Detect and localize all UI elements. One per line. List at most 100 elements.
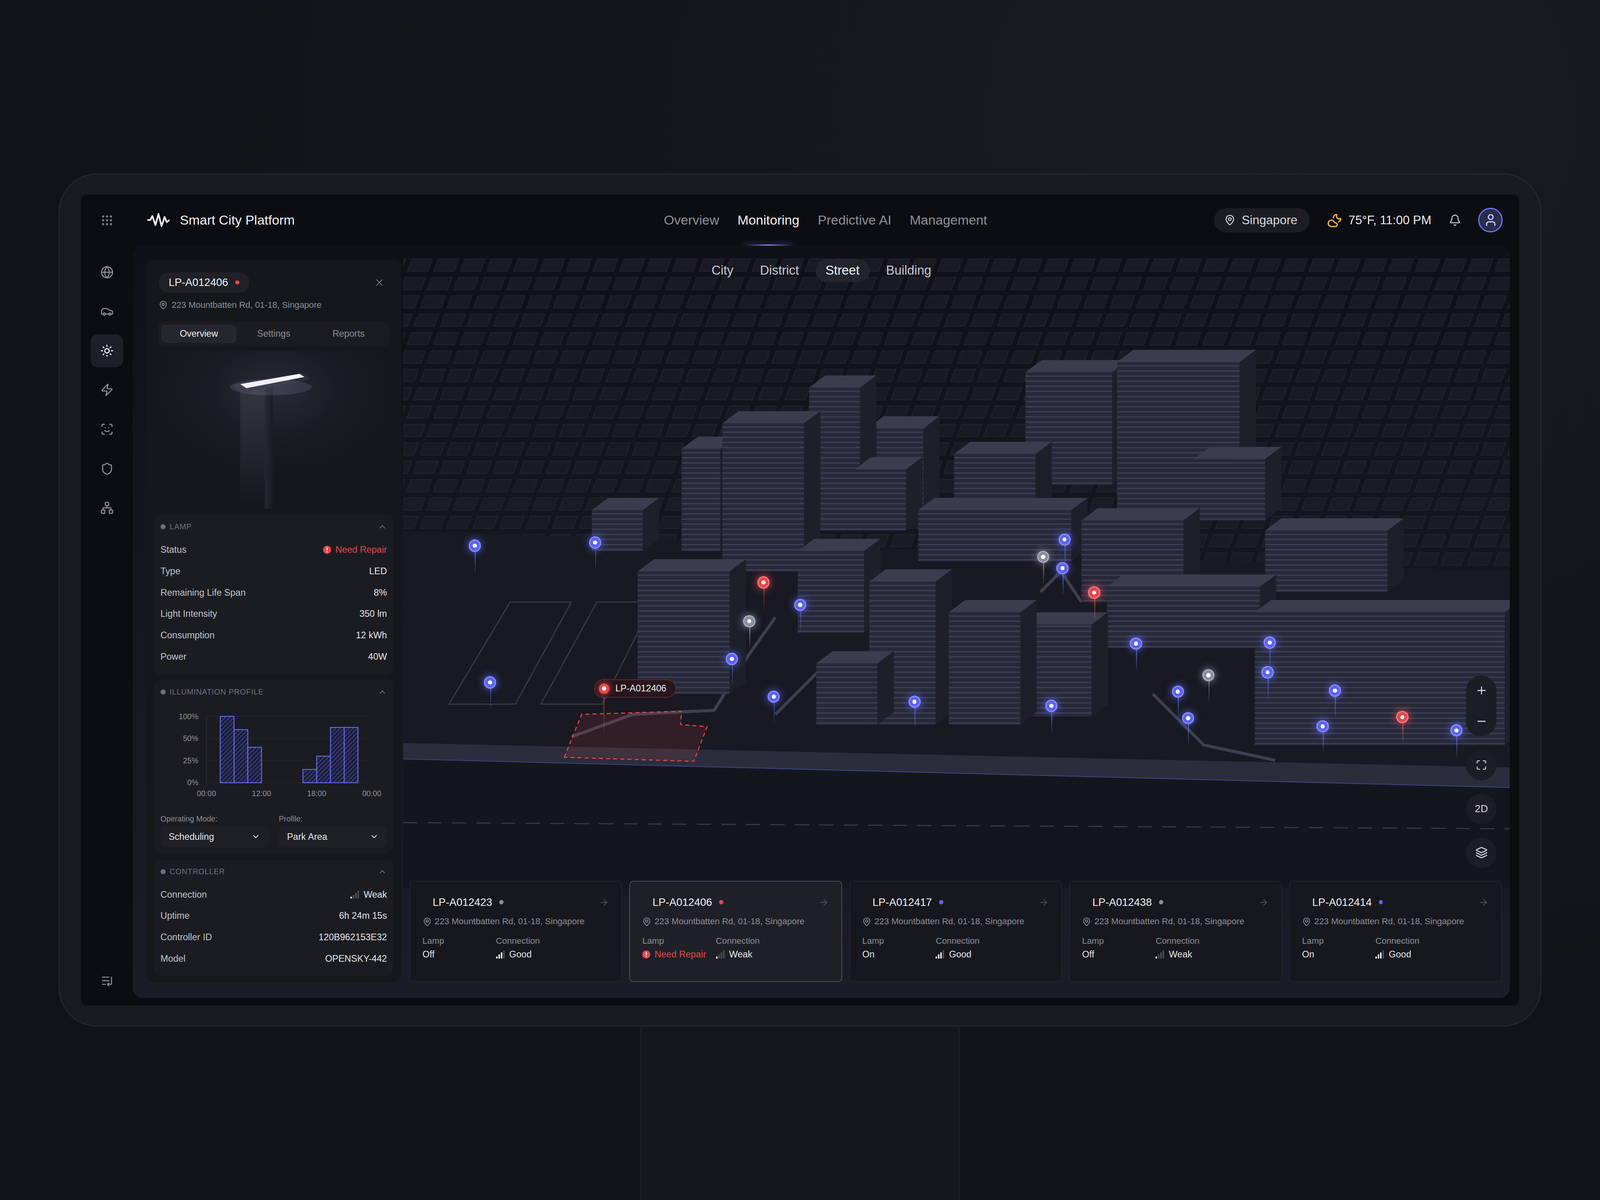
open-button[interactable]: [818, 897, 829, 908]
profile-field: Operating Mode:Scheduling: [160, 814, 269, 848]
x-tick: 00:00: [196, 789, 217, 798]
status-dot: [1158, 900, 1163, 904]
nav-item[interactable]: Overview: [663, 194, 719, 246]
close-button[interactable]: [373, 276, 386, 289]
pin-icon: [862, 917, 872, 927]
pin-head: [1129, 637, 1142, 650]
layers-button[interactable]: [1466, 837, 1497, 868]
info-row: Controller ID120B962153E32: [160, 926, 388, 949]
page: Smart City Platform Overview Monitoring Pre…: [0, 0, 1600, 1200]
zoom-in-button[interactable]: [1466, 675, 1497, 706]
collapse-icon: [100, 974, 113, 987]
select[interactable]: Scheduling: [160, 826, 269, 848]
collapse-button[interactable]: [90, 968, 124, 994]
pin-head: [1056, 562, 1069, 575]
map-controls: 2D: [1466, 675, 1497, 869]
building[interactable]: [918, 498, 1088, 562]
top-bar: Smart City Platform Overview Monitoring Pre…: [80, 194, 1520, 246]
bell-icon[interactable]: [1448, 214, 1461, 227]
building[interactable]: [1107, 574, 1277, 649]
logo[interactable]: Smart City Platform: [147, 212, 295, 228]
alert-icon: [642, 950, 651, 959]
open-button[interactable]: [1038, 897, 1049, 908]
detail-tab[interactable]: Reports: [311, 324, 387, 344]
building[interactable]: [948, 600, 1037, 725]
chart-bar: [220, 716, 234, 783]
sidebar-item[interactable]: [90, 491, 124, 525]
detail-tab[interactable]: Settings: [236, 324, 312, 344]
y-tick: 100%: [178, 712, 372, 721]
section-icon: [160, 869, 166, 875]
pin-icon: [1224, 214, 1236, 226]
view-tab[interactable]: City: [701, 258, 744, 283]
sidebar-item[interactable]: [90, 295, 124, 329]
selected-area[interactable]: [564, 711, 708, 762]
nav-item[interactable]: Predictive AI: [817, 194, 892, 246]
info-row: ConnectionWeak: [160, 883, 388, 906]
device-address: 223 Mountbatten Rd, 01-18, Singapore: [158, 300, 390, 311]
location-button[interactable]: Singapore: [1214, 208, 1310, 233]
arrow-right-icon: [818, 897, 829, 908]
building[interactable]: [1255, 600, 1511, 745]
sidebar-item[interactable]: [90, 373, 124, 407]
view-tab[interactable]: Street: [815, 258, 870, 283]
open-button[interactable]: [598, 897, 609, 908]
building[interactable]: [637, 558, 747, 694]
zoom-out-button[interactable]: [1466, 705, 1497, 737]
open-button[interactable]: [1258, 897, 1269, 908]
arrow-right-icon: [1478, 897, 1489, 908]
view-tab[interactable]: District: [749, 258, 809, 283]
device-card[interactable]: LP-A012414223 Mountbatten Rd, 01-18, Sin…: [1289, 880, 1502, 983]
illumination-chart: 100%50%25%0%00:0012:0018:0000:00: [160, 708, 383, 802]
user-icon: [1483, 212, 1499, 228]
controller-section: CONTROLLERConnectionWeakUptime6h 24m 15s…: [154, 859, 393, 976]
section-header[interactable]: LAMP: [160, 514, 388, 540]
avatar[interactable]: [1478, 207, 1503, 233]
building[interactable]: [816, 651, 894, 725]
building[interactable]: [1265, 518, 1404, 592]
sidebar-item[interactable]: [90, 255, 124, 289]
select[interactable]: Park Area: [278, 826, 388, 848]
map-view: LP-A012406 CityDistrictStreetBuilding 2D LP…: [132, 245, 1510, 999]
device-card[interactable]: LP-A012438223 Mountbatten Rd, 01-18, Sin…: [1069, 880, 1283, 983]
building[interactable]: [1193, 446, 1282, 521]
building[interactable]: [855, 457, 923, 531]
pin-label[interactable]: LP-A012406: [594, 679, 677, 698]
section-header[interactable]: CONTROLLER: [160, 859, 388, 884]
pin-head: [1263, 636, 1276, 649]
sidebar-icon: [100, 422, 114, 436]
open-button[interactable]: [1478, 897, 1489, 908]
pin-icon: [422, 917, 433, 927]
apps-button[interactable]: [80, 213, 133, 227]
building[interactable]: [869, 569, 953, 725]
status-dot: [939, 900, 943, 904]
sidebar-item[interactable]: [90, 334, 124, 368]
section-icon: [160, 689, 166, 695]
chart-bar: [247, 747, 262, 784]
device-card[interactable]: LP-A012406223 Mountbatten Rd, 01-18, Sin…: [629, 880, 843, 983]
building[interactable]: [798, 538, 881, 633]
device-card[interactable]: LP-A012423223 Mountbatten Rd, 01-18, Sin…: [409, 880, 623, 983]
weather: 75°F, 11:00 PM: [1326, 212, 1432, 228]
section-header[interactable]: ILLUMINATION PROFILE: [160, 679, 388, 705]
view-tabs: CityDistrictStreetBuilding: [701, 258, 942, 283]
sidebar-item[interactable]: [90, 452, 124, 486]
detail-tab[interactable]: Overview: [161, 324, 237, 344]
sidebar-item[interactable]: [90, 412, 124, 446]
fullscreen-button[interactable]: [1466, 749, 1497, 781]
plus-icon: [1475, 684, 1488, 697]
zoom-controls: [1466, 675, 1497, 737]
view-tab[interactable]: Building: [875, 258, 942, 283]
nav-item[interactable]: Monitoring: [737, 194, 800, 246]
device-card[interactable]: LP-A012417223 Mountbatten Rd, 01-18, Sin…: [849, 880, 1063, 983]
info-row: Uptime6h 24m 15s: [160, 905, 388, 927]
detail-tabs: OverviewSettingsReports: [158, 321, 390, 347]
pin-head: [757, 576, 770, 589]
building[interactable]: [591, 498, 659, 552]
nav-item[interactable]: Management: [909, 194, 988, 246]
mode-button[interactable]: 2D: [1466, 793, 1497, 825]
signal-icon: [935, 950, 945, 959]
chevron-up-icon: [377, 867, 388, 877]
info-row: ModelOPENSKY-442: [160, 948, 388, 970]
profile-field: Profile:Park Area: [278, 814, 388, 848]
